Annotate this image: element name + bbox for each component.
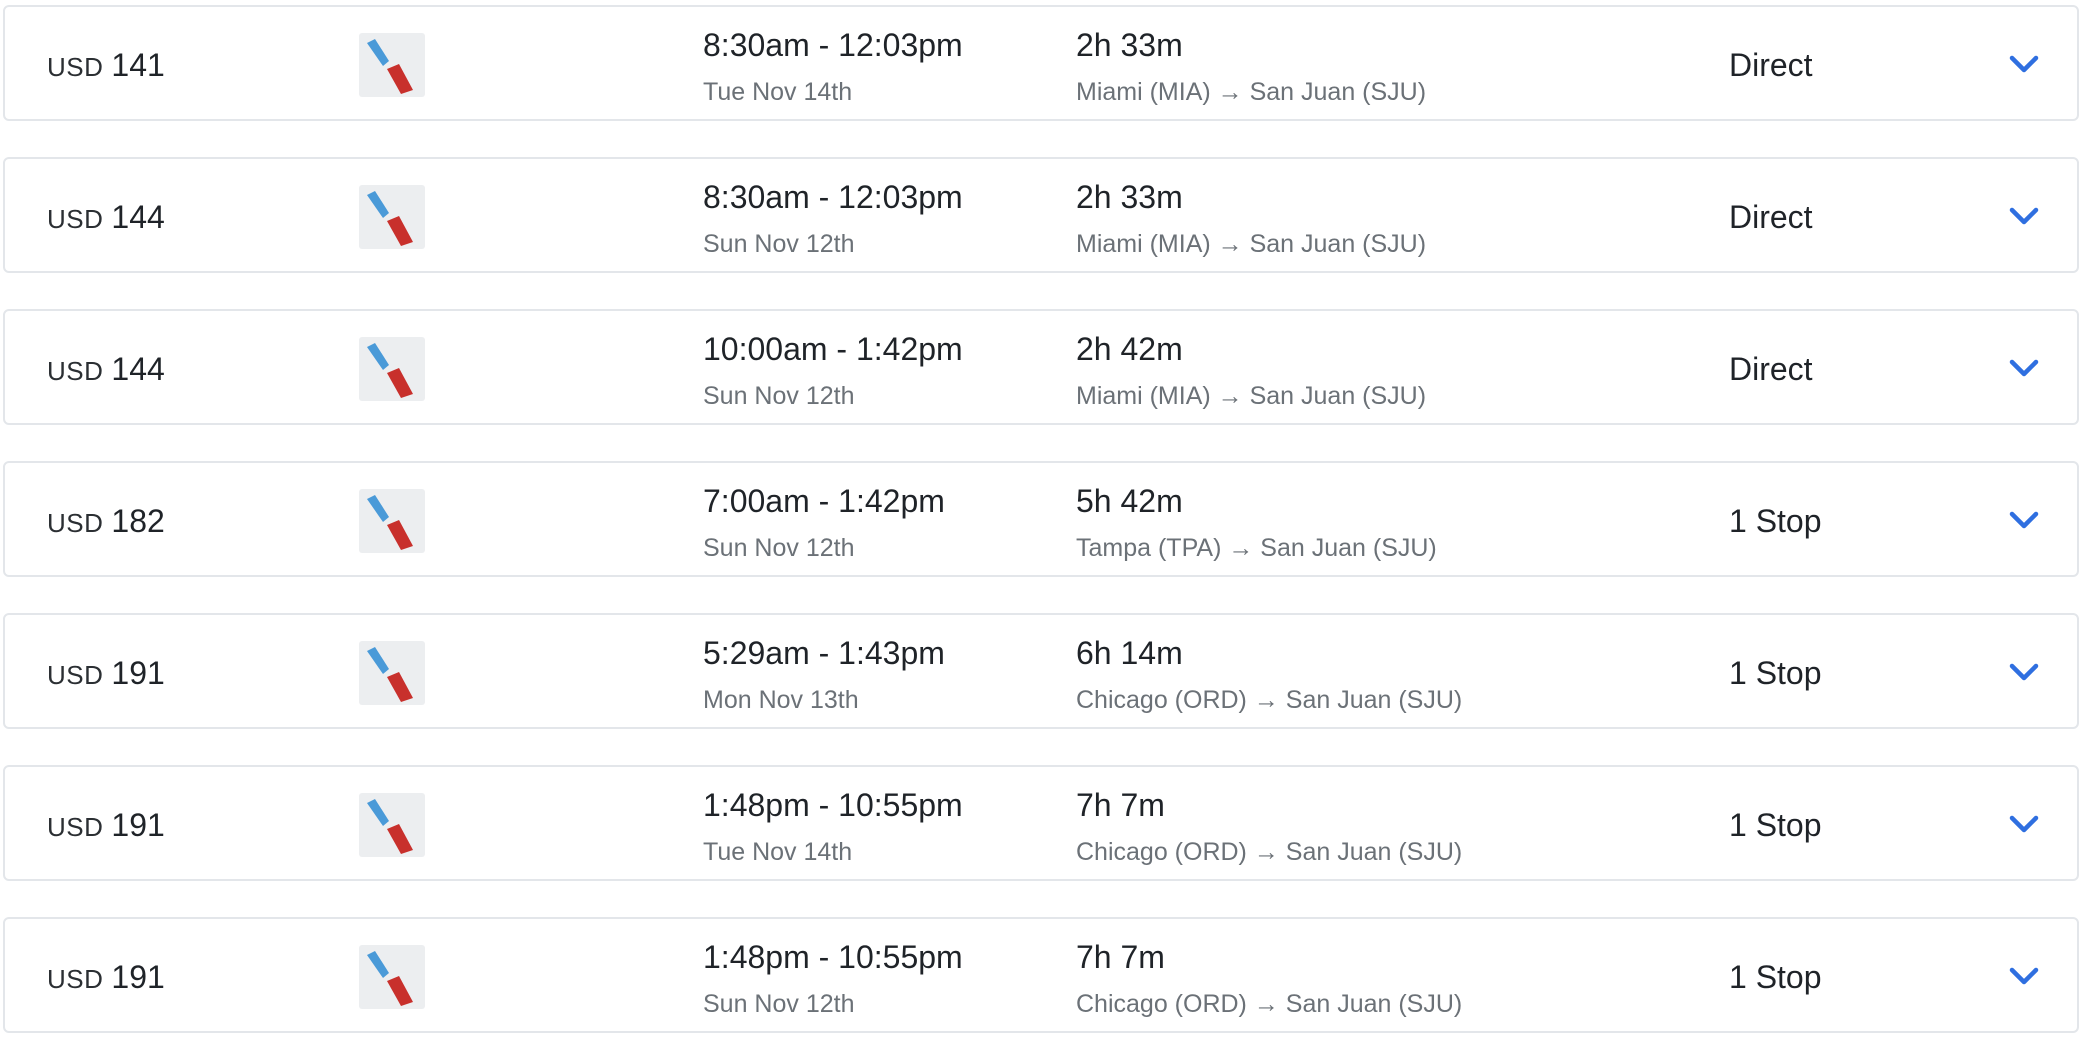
price-amount: 191 [111, 807, 165, 843]
flight-times: 8:30am - 12:03pm [703, 27, 963, 63]
flight-duration: 5h 42m [1076, 483, 1183, 519]
flight-date: Tue Nov 14th [703, 78, 853, 106]
flight-date: Sun Nov 12th [703, 990, 855, 1018]
chevron-down-icon[interactable] [2007, 353, 2041, 383]
price-currency: USD [47, 508, 104, 538]
flight-times: 5:29am - 1:43pm [703, 635, 945, 671]
chevron-down-icon[interactable] [2007, 657, 2041, 687]
price-currency: USD [47, 204, 104, 234]
flight-results-list: USD 141 8:30am - 12:03pm Tue Nov 14th 2h … [0, 0, 2084, 1040]
price: USD 144 [47, 351, 165, 394]
flight-times: 1:48pm - 10:55pm [703, 939, 963, 975]
flight-times: 8:30am - 12:03pm [703, 179, 963, 215]
stops-label: 1 Stop [1729, 655, 1822, 691]
price-currency: USD [47, 52, 104, 82]
flight-date: Mon Nov 13th [703, 686, 859, 714]
flight-date: Sun Nov 12th [703, 382, 855, 410]
flight-duration: 7h 7m [1076, 939, 1165, 975]
flight-date: Tue Nov 14th [703, 838, 853, 866]
chevron-down-icon[interactable] [2007, 505, 2041, 535]
flight-duration: 2h 33m [1076, 27, 1183, 63]
american-airlines-logo [359, 337, 425, 401]
american-airlines-logo [359, 641, 425, 705]
flight-duration: 6h 14m [1076, 635, 1183, 671]
flight-duration: 7h 7m [1076, 787, 1165, 823]
chevron-down-icon[interactable] [2007, 201, 2041, 231]
price-amount: 182 [111, 503, 165, 539]
stops-label: 1 Stop [1729, 503, 1822, 539]
american-airlines-logo [359, 489, 425, 553]
flight-duration: 2h 42m [1076, 331, 1183, 367]
flight-result-row[interactable]: USD 191 5:29am - 1:43pm Mon Nov 13th 6h 1… [3, 613, 2079, 729]
stops-label: Direct [1729, 47, 1813, 83]
flight-times: 1:48pm - 10:55pm [703, 787, 963, 823]
american-airlines-logo [359, 185, 425, 249]
price-currency: USD [47, 356, 104, 386]
flight-result-row[interactable]: USD 191 1:48pm - 10:55pm Sun Nov 12th 7h … [3, 917, 2079, 1033]
stops-label: 1 Stop [1729, 807, 1822, 843]
flight-result-row[interactable]: USD 191 1:48pm - 10:55pm Tue Nov 14th 7h … [3, 765, 2079, 881]
flight-date: Sun Nov 12th [703, 534, 855, 562]
flight-result-row[interactable]: USD 144 10:00am - 1:42pm Sun Nov 12th 2h … [3, 309, 2079, 425]
flight-date: Sun Nov 12th [703, 230, 855, 258]
flight-result-row[interactable]: USD 141 8:30am - 12:03pm Tue Nov 14th 2h … [3, 5, 2079, 121]
flight-result-row[interactable]: USD 182 7:00am - 1:42pm Sun Nov 12th 5h 4… [3, 461, 2079, 577]
price: USD 182 [47, 503, 165, 546]
flight-route: Miami (MIA) → San Juan (SJU) [1076, 382, 1427, 410]
flight-route: Tampa (TPA) → San Juan (SJU) [1076, 534, 1437, 562]
chevron-down-icon[interactable] [2007, 961, 2041, 991]
price-amount: 191 [111, 655, 165, 691]
price: USD 144 [47, 199, 165, 242]
flight-route: Miami (MIA) → San Juan (SJU) [1076, 230, 1427, 258]
flight-route: Miami (MIA) → San Juan (SJU) [1076, 78, 1427, 106]
flight-times: 10:00am - 1:42pm [703, 331, 963, 367]
flight-route: Chicago (ORD) → San Juan (SJU) [1076, 990, 1463, 1018]
price-currency: USD [47, 660, 104, 690]
price-currency: USD [47, 964, 104, 994]
stops-label: 1 Stop [1729, 959, 1822, 995]
flight-times: 7:00am - 1:42pm [703, 483, 945, 519]
stops-label: Direct [1729, 351, 1813, 387]
price-currency: USD [47, 812, 104, 842]
american-airlines-logo [359, 793, 425, 857]
flight-result-row[interactable]: USD 144 8:30am - 12:03pm Sun Nov 12th 2h … [3, 157, 2079, 273]
american-airlines-logo [359, 33, 425, 97]
price: USD 191 [47, 655, 165, 698]
price-amount: 191 [111, 959, 165, 995]
chevron-down-icon[interactable] [2007, 49, 2041, 79]
flight-route: Chicago (ORD) → San Juan (SJU) [1076, 838, 1463, 866]
american-airlines-logo [359, 945, 425, 1009]
price-amount: 144 [111, 199, 165, 235]
price-amount: 141 [111, 47, 165, 83]
chevron-down-icon[interactable] [2007, 809, 2041, 839]
price-amount: 144 [111, 351, 165, 387]
price: USD 141 [47, 47, 165, 90]
flight-duration: 2h 33m [1076, 179, 1183, 215]
flight-route: Chicago (ORD) → San Juan (SJU) [1076, 686, 1463, 714]
stops-label: Direct [1729, 199, 1813, 235]
price: USD 191 [47, 959, 165, 1002]
price: USD 191 [47, 807, 165, 850]
